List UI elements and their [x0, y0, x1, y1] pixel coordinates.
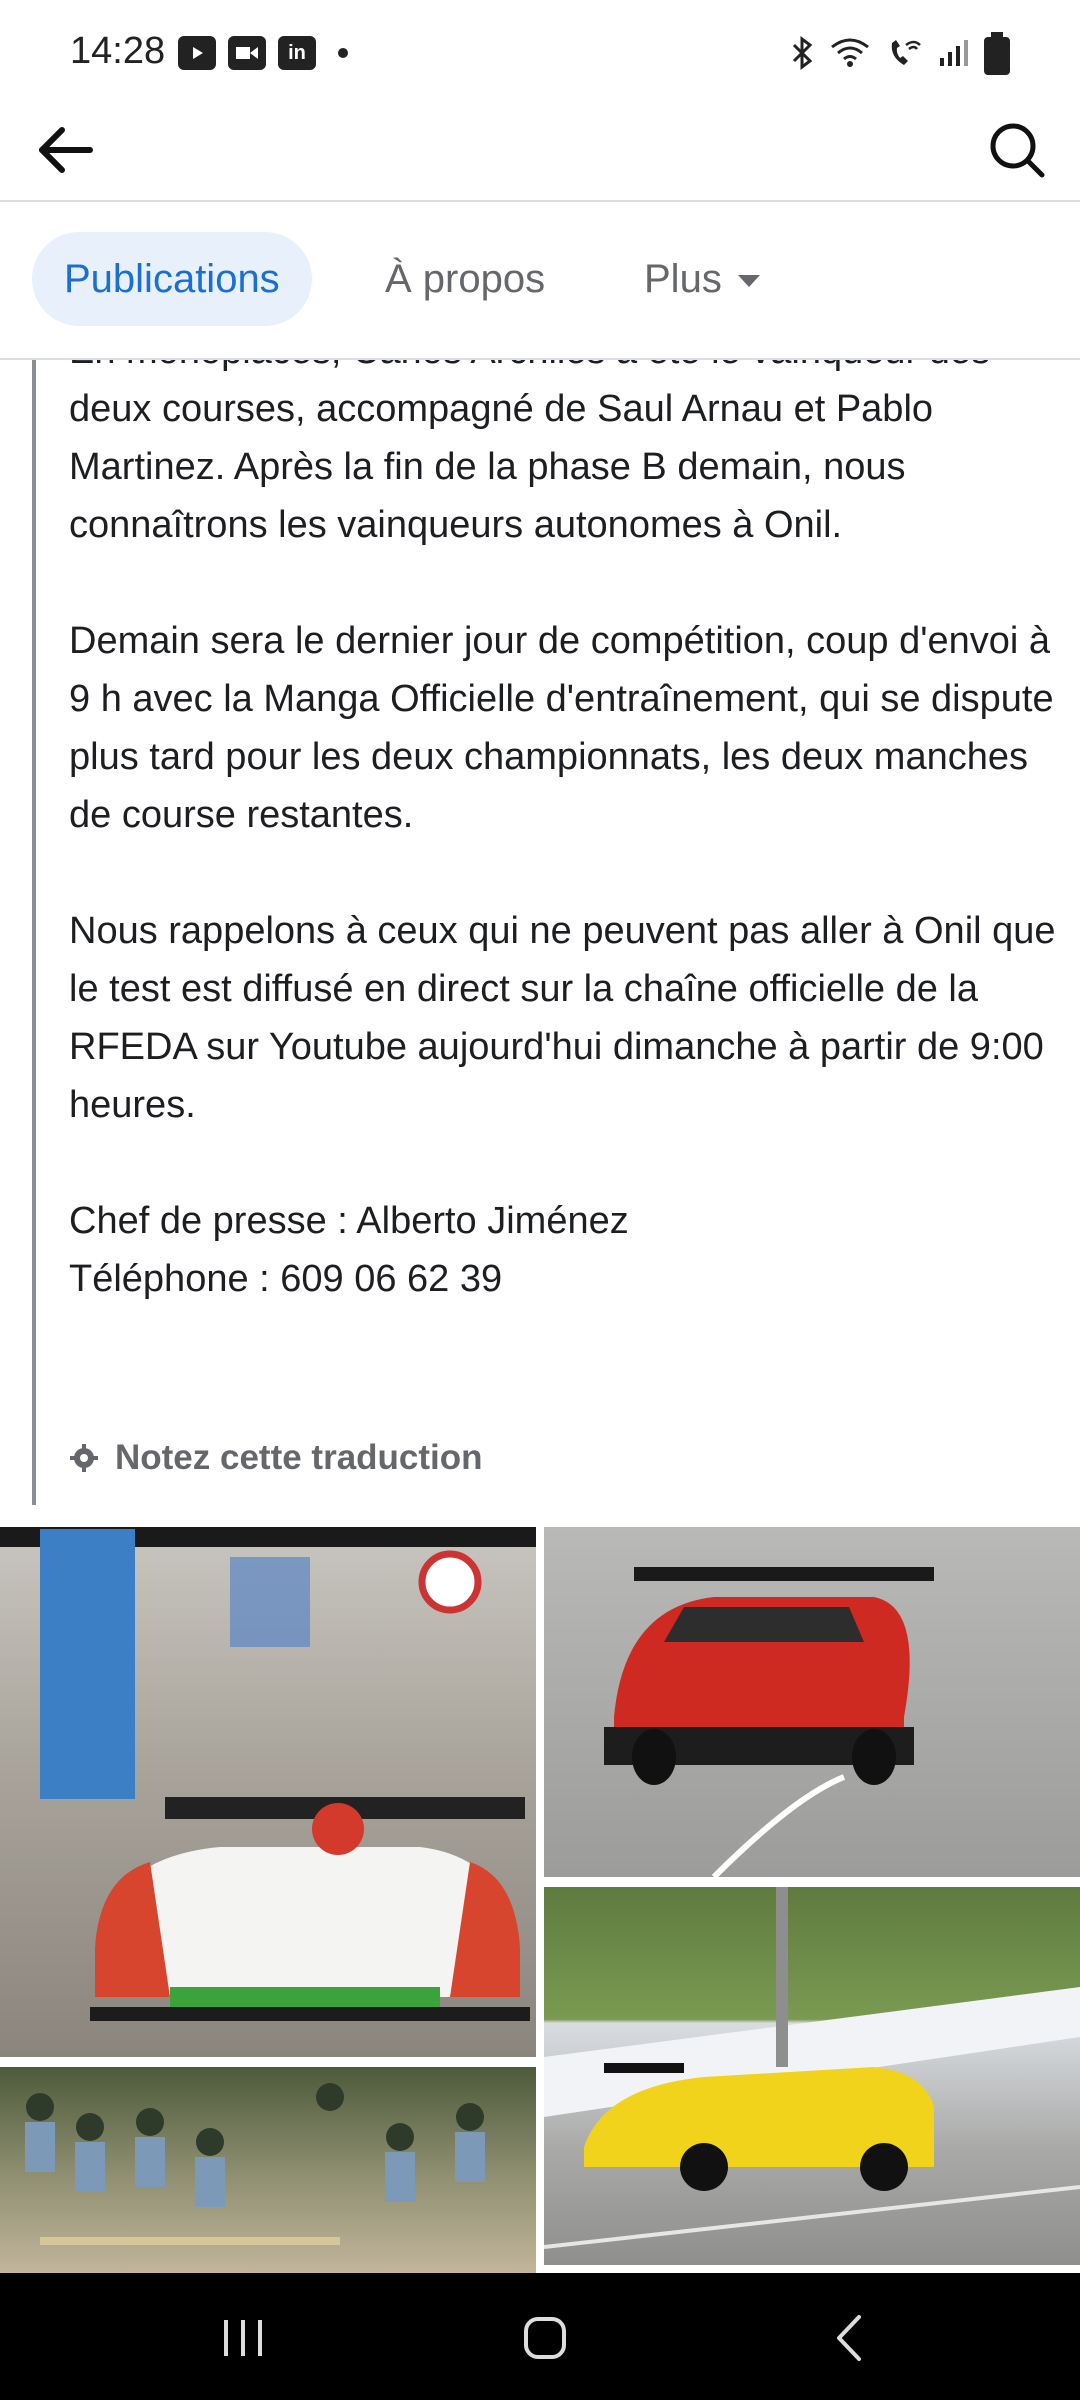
arrow-left-icon [39, 127, 93, 173]
nav-back-button[interactable] [804, 2303, 894, 2373]
tab-label: Publications [64, 256, 280, 301]
search-button[interactable] [982, 115, 1052, 185]
photo-yellow-car[interactable] [544, 1887, 1080, 2265]
home-icon [524, 2317, 566, 2359]
post-paragraph: En monoplaces, Carlos Archiles a été le … [69, 360, 990, 546]
photo-spectators[interactable] [0, 2067, 536, 2273]
video-call-icon [228, 36, 266, 70]
tab-bar: Publications À propos Plus [0, 202, 1080, 360]
wifi-icon [830, 37, 870, 75]
bluetooth-icon [790, 36, 814, 76]
press-chief: Chef de presse : Alberto Jiménez [69, 1200, 629, 1242]
post-body: En monoplaces, Carlos Archiles a été le … [0, 360, 1080, 1505]
phone-number[interactable]: Téléphone : 609 06 62 39 [69, 1250, 1059, 1308]
top-bar [0, 110, 1080, 202]
status-time: 14:28 [70, 30, 166, 72]
photo-grid [0, 1527, 1080, 2273]
signal-icon [938, 38, 968, 74]
photo-prototype-car[interactable] [0, 1527, 536, 2057]
tab-about[interactable]: À propos [385, 232, 545, 326]
photo-peugeot-car[interactable] [544, 1527, 1080, 1877]
home-button[interactable] [500, 2303, 590, 2373]
youtube-icon [178, 36, 216, 70]
chevron-left-icon [837, 2315, 861, 2361]
linkedin-icon: in [278, 36, 316, 70]
post-text: En monoplaces, Carlos Archiles a été le … [69, 360, 1059, 1308]
back-button[interactable] [34, 115, 104, 185]
wifi-call-icon [886, 37, 922, 75]
caret-down-icon [737, 275, 760, 287]
tab-more[interactable]: Plus [644, 232, 760, 326]
battery-icon [984, 32, 1010, 75]
tab-label: À propos [385, 256, 546, 301]
quote-bar [32, 360, 36, 1505]
post-paragraph: Demain sera le dernier jour de compétiti… [69, 620, 1054, 836]
status-left-icons: in [178, 36, 348, 70]
search-icon [990, 123, 1045, 178]
recents-icon [224, 2320, 262, 2356]
recents-button[interactable] [198, 2303, 288, 2373]
tab-label: Plus [644, 256, 722, 301]
gear-icon [70, 1444, 98, 1472]
status-right-icons [790, 32, 1010, 76]
rate-translation-label: Notez cette traduction [115, 1438, 483, 1477]
tab-publications[interactable]: Publications [32, 232, 312, 326]
post-paragraph: Nous rappelons à ceux qui ne peuvent pas… [69, 910, 1056, 1126]
system-nav-bar [0, 2273, 1080, 2400]
status-bar: 14:28 in [0, 0, 1080, 110]
notification-dot-icon [338, 48, 348, 58]
rate-translation-link[interactable]: Notez cette traduction [69, 1438, 483, 1478]
